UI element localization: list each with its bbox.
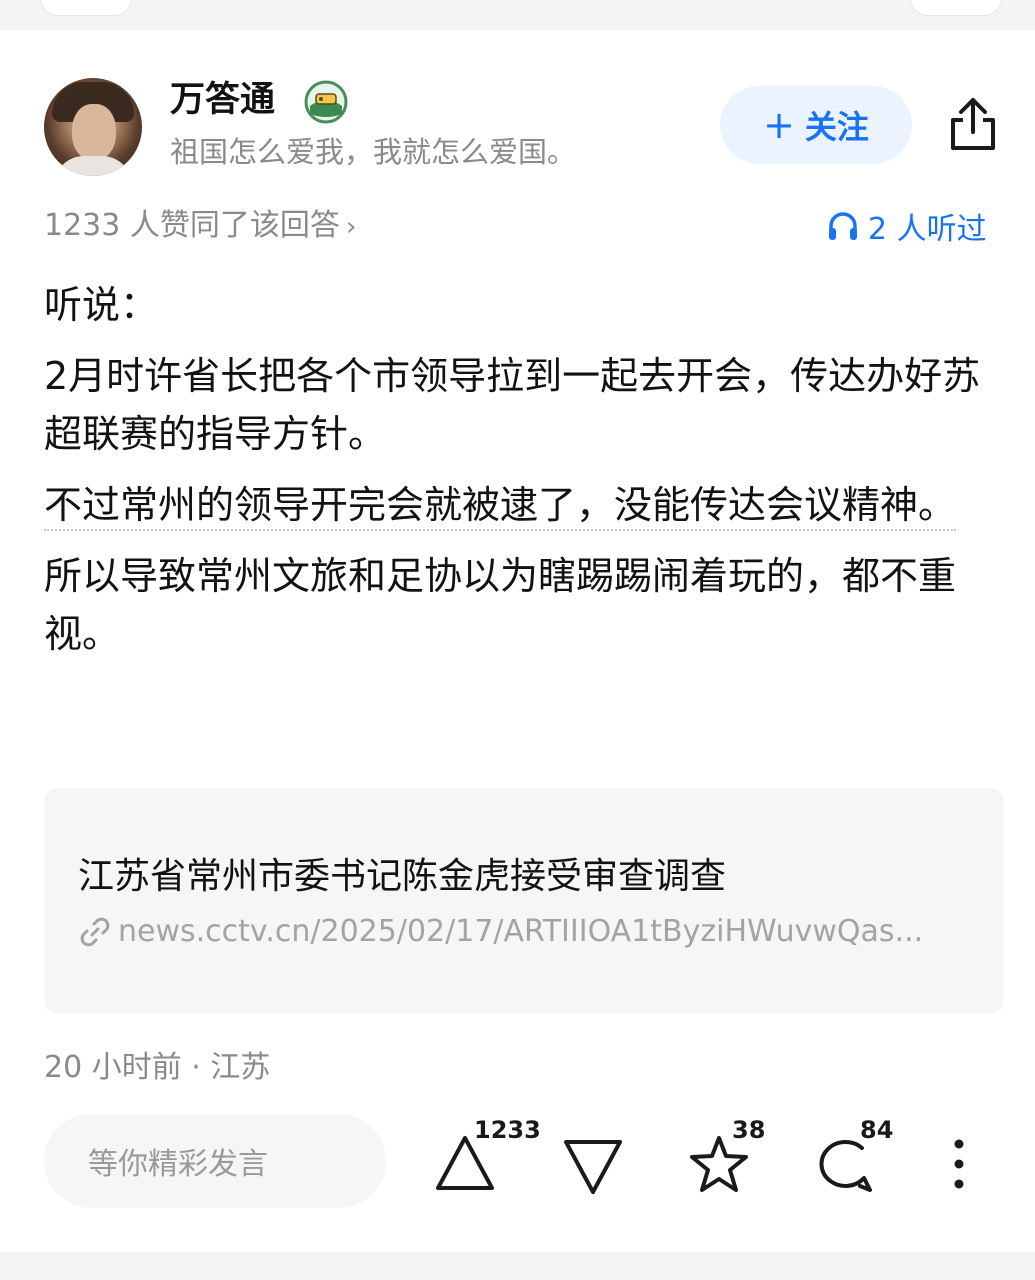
agree-count-link[interactable]: 1233 人赞同了该回答 › xyxy=(44,202,356,251)
comment-count: 84 xyxy=(860,1116,894,1144)
more-button[interactable] xyxy=(944,1122,974,1202)
link-title: 江苏省常州市委书记陈金虎接受审查调查 xyxy=(78,856,727,897)
comment-button[interactable]: 84 xyxy=(814,1116,904,1202)
author-bio: 祖国怎么爱我，我就怎么爱国。 xyxy=(170,135,577,169)
bottom-strip xyxy=(0,1252,1035,1280)
headphones-icon xyxy=(829,212,857,240)
paragraph: 听说： xyxy=(44,283,159,327)
highlighted-text[interactable]: 不过常州的领导开完会就被逮了，没能传达会议精神。 xyxy=(44,483,957,531)
share-icon[interactable] xyxy=(945,94,1001,154)
follow-button[interactable]: + 关注 xyxy=(720,86,912,164)
link-url: news.cctv.cn/2025/02/17/ARTIIIOA1tByziHW… xyxy=(78,910,978,954)
top-strip xyxy=(0,0,1035,30)
favorite-count: 38 xyxy=(732,1116,766,1144)
upvote-button[interactable]: 1233 xyxy=(430,1116,541,1202)
listen-count-text: 2 人听过 xyxy=(868,212,987,247)
link-icon xyxy=(80,917,110,947)
chevron-right-icon: › xyxy=(345,212,357,242)
more-icon xyxy=(954,1139,964,1189)
top-right-control[interactable] xyxy=(910,0,1002,16)
comment-input[interactable]: 等你精彩发言 xyxy=(44,1114,386,1208)
badge-icon xyxy=(304,80,348,124)
answer-content: 听说： 2月时许省长把各个市领导拉到一起去开会，传达办好苏超联赛的指导方针。 不… xyxy=(44,276,1004,676)
link-card[interactable]: 江苏省常州市委书记陈金虎接受审查调查 news.cctv.cn/2025/02/… xyxy=(44,788,1004,1014)
time-location: 20 小时前 · 江苏 xyxy=(44,1050,271,1085)
downvote-button[interactable] xyxy=(558,1122,628,1202)
top-left-control[interactable] xyxy=(40,0,132,16)
upvote-count: 1233 xyxy=(474,1116,541,1144)
plus-icon: + xyxy=(763,103,795,147)
paragraph-highlighted[interactable]: 不过常州的领导开完会就被逮了，没能传达会议精神。 xyxy=(44,476,1004,534)
follow-label: 关注 xyxy=(804,108,869,146)
paragraph: 所以导致常州文旅和足协以为瞎踢踢闹着玩的，都不重视。 xyxy=(44,554,957,656)
author-name[interactable]: 万答通 xyxy=(170,78,275,122)
paragraph: 2月时许省长把各个市领导拉到一起去开会，传达办好苏超联赛的指导方针。 xyxy=(44,354,981,456)
avatar[interactable] xyxy=(44,78,142,176)
comment-placeholder: 等你精彩发言 xyxy=(88,1147,268,1182)
favorite-button[interactable]: 38 xyxy=(686,1116,776,1202)
link-url-text: news.cctv.cn/2025/02/17/ARTIIIOA1tByziHW… xyxy=(118,914,924,949)
agree-count-text: 1233 人赞同了该回答 xyxy=(44,208,340,243)
listen-count[interactable]: 2 人听过 xyxy=(826,202,987,250)
downvote-icon xyxy=(564,1140,622,1194)
